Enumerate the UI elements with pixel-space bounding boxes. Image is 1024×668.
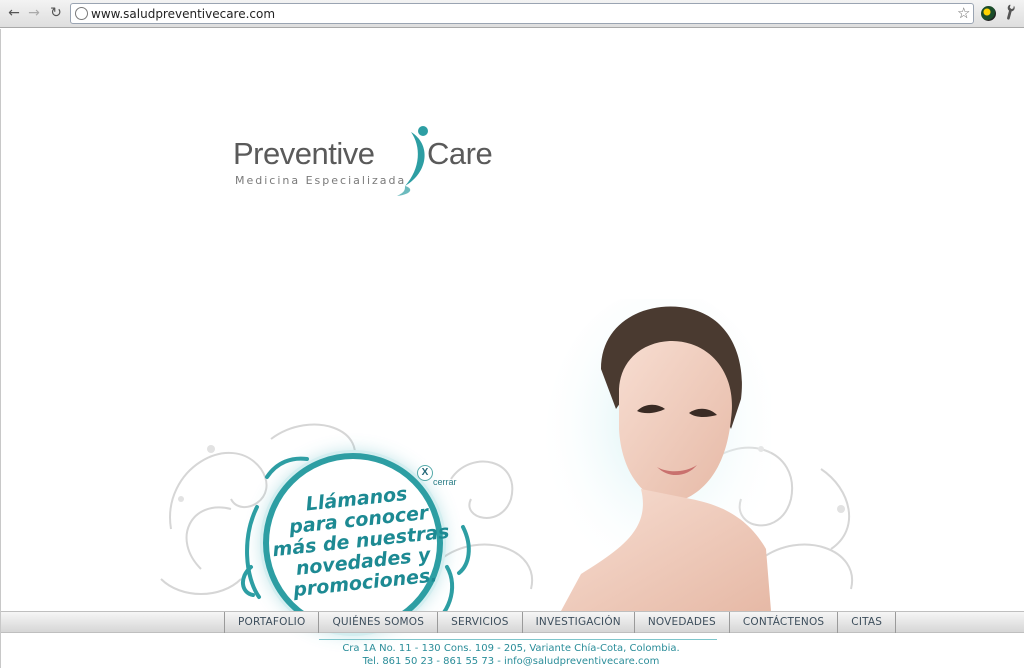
bookmark-star-icon[interactable]: ☆	[957, 4, 970, 22]
forward-arrow-icon[interactable]: →	[26, 5, 42, 21]
address-bar[interactable]: www.saludpreventivecare.com	[70, 3, 974, 24]
browser-toolbar: ← → ↻ www.saludpreventivecare.com ☆	[0, 0, 1024, 28]
logo-word-care: Care	[427, 136, 493, 171]
preventive-care-logo[interactable]: Preventive Care Medicina Especializada	[233, 124, 523, 204]
logo-word-preventive: Preventive	[233, 136, 375, 171]
nav-item-contactenos[interactable]: CONTÁCTENOS	[728, 612, 837, 633]
main-navigation: PORTAFOLIO QUIÉNES SOMOS SERVICIOS INVES…	[1, 611, 1024, 633]
close-popup-button[interactable]: X	[417, 465, 433, 481]
footer-divider	[319, 639, 717, 640]
web-page: Preventive Care Medicina Especializada L…	[0, 29, 1024, 668]
promo-message: Llámanos para conocer más de nuestras no…	[258, 479, 464, 604]
logo-tagline: Medicina Especializada	[235, 174, 407, 187]
nav-item-portafolio[interactable]: PORTAFOLIO	[224, 612, 318, 633]
woman-portrait-image	[546, 299, 771, 611]
nav-item-servicios[interactable]: SERVICIOS	[437, 612, 521, 633]
back-arrow-icon[interactable]: ←	[6, 5, 22, 21]
extension-icon[interactable]	[981, 6, 996, 21]
nav-item-quienes-somos[interactable]: QUIÉNES SOMOS	[318, 612, 437, 633]
nav-item-investigacion[interactable]: INVESTIGACIÓN	[521, 612, 634, 633]
nav-item-citas[interactable]: CITAS	[837, 612, 897, 633]
footer-address: Cra 1A No. 11 - 130 Cons. 109 - 205, Var…	[342, 643, 680, 654]
wrench-menu-icon[interactable]	[1000, 2, 1022, 26]
nav-item-novedades[interactable]: NOVEDADES	[633, 612, 729, 633]
close-popup-label[interactable]: cerrar	[433, 477, 457, 487]
address-bar-url[interactable]: www.saludpreventivecare.com	[91, 7, 275, 21]
reload-icon[interactable]: ↻	[48, 5, 64, 21]
footer-contact[interactable]: Tel. 861 50 23 - 861 55 73 - info@saludp…	[301, 656, 721, 667]
page-globe-icon	[75, 7, 88, 20]
